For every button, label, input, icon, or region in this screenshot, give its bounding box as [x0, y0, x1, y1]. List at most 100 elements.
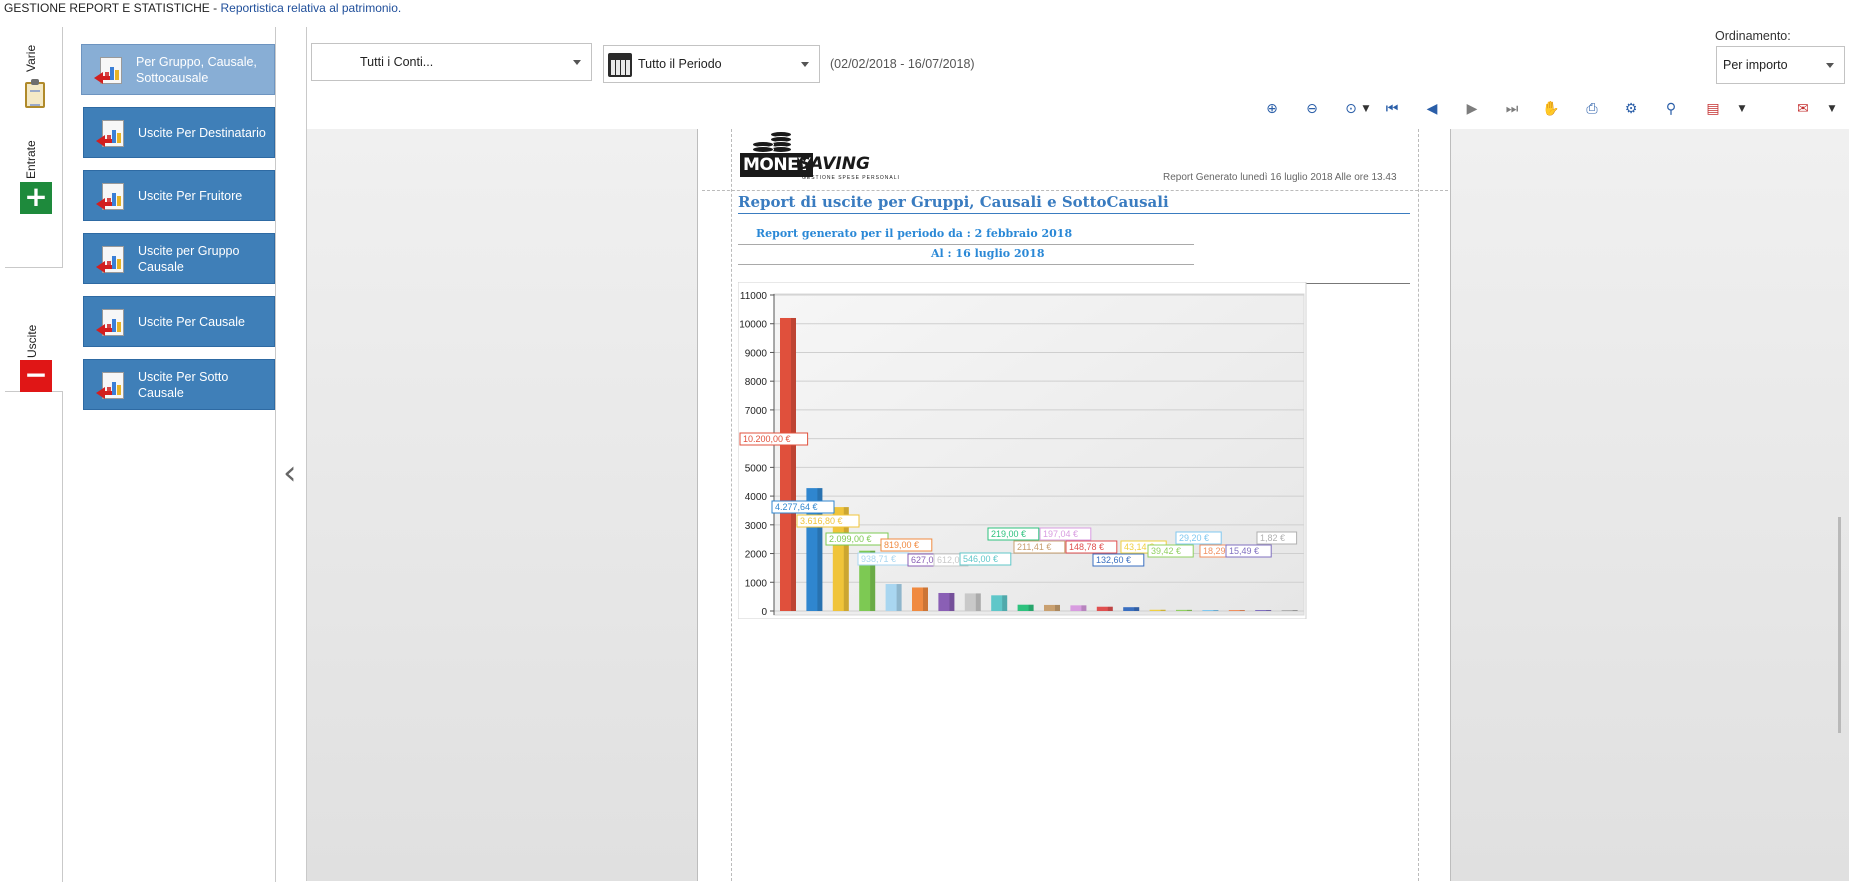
y-tick-label: 11000	[740, 291, 768, 302]
bar-shade	[923, 587, 928, 611]
logo-tagline: GESTIONE SPESE PERSONALI	[802, 175, 900, 181]
report-period-from: Report generato per il periodo da : 2 fe…	[738, 226, 1194, 245]
collapse-panel-chevron-icon[interactable]: ‹	[283, 456, 297, 490]
report-type-list: Per Gruppo, Causale, Sottocausale Uscite…	[63, 27, 276, 882]
export-dropdown-icon[interactable]: ▼	[1737, 99, 1747, 119]
report-item-causale[interactable]: Uscite Per Causale	[83, 296, 275, 347]
data-label: 197,04 €	[1043, 529, 1078, 539]
period-combo[interactable]: Tutto il Periodo	[603, 45, 820, 83]
report-chart-icon	[96, 117, 128, 149]
margin-line-left	[731, 129, 732, 881]
tab-uscite[interactable]: Uscite −	[5, 267, 63, 392]
report-period-to: Al : 16 luglio 2018	[738, 246, 1194, 265]
bar-shade	[1134, 607, 1140, 611]
y-tick-label: 4000	[745, 492, 768, 503]
y-tick-label: 1000	[745, 578, 768, 589]
chevron-down-icon	[801, 62, 809, 67]
data-label: 4.277,64 €	[775, 502, 818, 512]
report-chart-icon	[94, 54, 126, 86]
bar-shade	[1239, 610, 1245, 611]
tab-uscite-label: Uscite	[25, 324, 39, 358]
report-item-sotto-causale[interactable]: Uscite Per Sotto Causale	[83, 359, 275, 410]
report-title: Report di uscite per Gruppi, Causali e S…	[738, 193, 1410, 214]
first-page-icon[interactable]: ⏮	[1382, 99, 1402, 119]
plus-icon: +	[20, 182, 52, 214]
accounts-combo-value: Tutti i Conti...	[360, 55, 434, 69]
send-icon[interactable]: ✉	[1793, 99, 1813, 119]
chart-svg: 0100020003000400050006000700080009000100…	[738, 282, 1307, 619]
report-item-destinatario[interactable]: Uscite Per Destinatario	[83, 107, 275, 158]
next-page-icon[interactable]: ▶	[1462, 99, 1482, 119]
report-item-label: Uscite per Gruppo Causale	[138, 243, 240, 274]
page-setup-icon[interactable]: ⚙	[1621, 99, 1641, 119]
bar-shade	[1213, 610, 1219, 611]
vertical-scrollbar[interactable]	[1838, 517, 1841, 733]
y-tick-label: 3000	[745, 521, 768, 532]
bar-shade	[1107, 606, 1113, 611]
window-title-bar: GESTIONE REPORT E STATISTICHE - Reportis…	[0, 0, 1849, 18]
period-combo-value: Tutto il Periodo	[638, 57, 722, 71]
report-item-label: Uscite Per Fruitore	[138, 188, 243, 203]
calendar-icon	[608, 53, 632, 77]
data-label: 10.200,00 €	[743, 434, 791, 444]
data-label: 819,00 €	[884, 540, 919, 550]
data-label: 39,42 €	[1151, 546, 1181, 556]
title-separator: -	[209, 1, 221, 15]
chevron-down-icon	[573, 60, 581, 65]
clipboard-icon	[25, 79, 45, 108]
report-item-label: Uscite Per Destinatario	[138, 125, 266, 140]
zoom-dropdown-icon[interactable]: ▼	[1361, 99, 1371, 119]
money-saving-logo: MONEY SAVING GESTIONE SPESE PERSONALI	[740, 131, 899, 183]
report-item-label: Uscite Per Causale	[138, 314, 245, 329]
y-tick-label: 10000	[739, 320, 767, 331]
bar-shade	[791, 317, 796, 611]
report-chart-icon	[96, 243, 128, 275]
report-preview-area: MONEY SAVING GESTIONE SPESE PERSONALI Re…	[306, 129, 1849, 881]
bar-shade	[1187, 609, 1192, 611]
bar-shade	[896, 584, 902, 611]
tab-varie[interactable]: Varie	[5, 27, 63, 127]
report-item-gruppo-causale[interactable]: Uscite per Gruppo Causale	[83, 233, 275, 284]
data-label: 219,00 €	[991, 529, 1026, 539]
y-tick-label: 7000	[745, 406, 768, 417]
window-title: GESTIONE REPORT E STATISTICHE	[4, 1, 210, 15]
y-tick-label: 8000	[745, 377, 768, 388]
data-label: 546,00 €	[963, 554, 998, 564]
accounts-combo[interactable]: Tutti i Conti...	[311, 43, 592, 81]
sort-combo[interactable]: Per importo	[1716, 46, 1845, 84]
bar-shade	[1160, 609, 1166, 611]
data-label: 612,0	[937, 555, 960, 565]
y-tick-label: 0	[761, 607, 767, 618]
tab-entrate[interactable]: Entrate +	[5, 127, 63, 242]
find-icon[interactable]: ⚲	[1661, 99, 1681, 119]
send-dropdown-icon[interactable]: ▼	[1827, 99, 1837, 119]
zoom-in-icon[interactable]: ⊕	[1262, 99, 1282, 119]
minus-icon: −	[20, 360, 52, 392]
bar-shade	[1266, 610, 1272, 611]
last-page-icon[interactable]: ⏭	[1502, 99, 1522, 119]
data-label: 148,78 €	[1069, 542, 1104, 552]
report-page: MONEY SAVING GESTIONE SPESE PERSONALI Re…	[697, 129, 1451, 881]
data-label: 2.099,00 €	[829, 534, 872, 544]
zoom-out-icon[interactable]: ⊖	[1302, 99, 1322, 119]
bar-shade	[1055, 604, 1060, 611]
tab-entrate-label: Entrate	[24, 140, 38, 179]
hand-tool-icon[interactable]: ✋	[1541, 99, 1561, 119]
tab-varie-label: Varie	[24, 44, 38, 72]
category-tabs: Varie Entrate + Uscite −	[5, 27, 63, 882]
export-icon[interactable]: ▤	[1703, 99, 1723, 119]
report-item-fruitore[interactable]: Uscite Per Fruitore	[83, 170, 275, 221]
data-label: 1,82 €	[1260, 533, 1285, 543]
data-label: 132,60 €	[1096, 555, 1131, 565]
report-item-gruppo-causale-sottocausale[interactable]: Per Gruppo, Causale, Sottocausale	[81, 44, 275, 95]
expenses-bar-chart: 0100020003000400050006000700080009000100…	[738, 282, 1410, 619]
bar-shade	[1292, 610, 1298, 611]
previous-page-icon[interactable]: ◀	[1422, 99, 1442, 119]
print-icon[interactable]: ⎙	[1582, 99, 1602, 119]
report-chart-icon	[96, 306, 128, 338]
sort-combo-value: Per importo	[1723, 58, 1788, 72]
zoom-menu-icon[interactable]: ⊙	[1341, 99, 1361, 119]
y-tick-label: 5000	[745, 463, 768, 474]
data-label: 938,71 €	[861, 554, 896, 564]
chevron-down-icon	[1826, 63, 1834, 68]
